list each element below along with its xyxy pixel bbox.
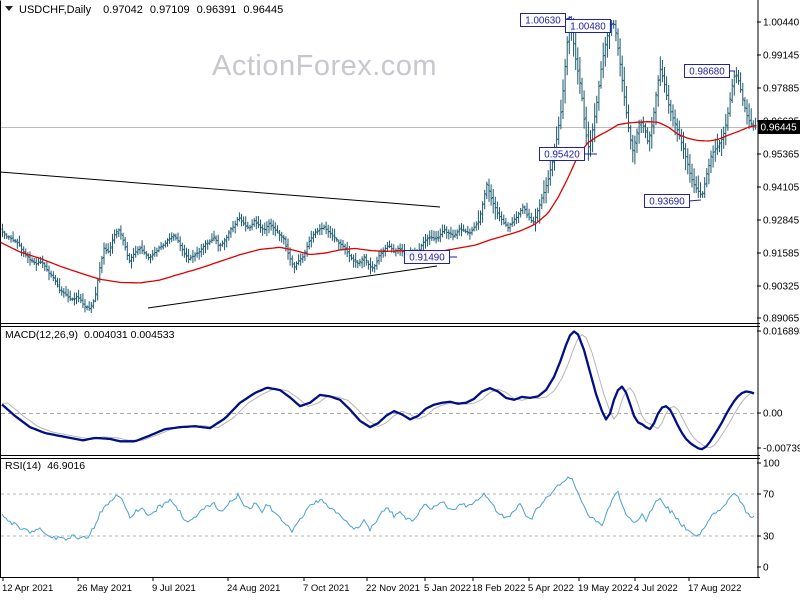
price-axis-label: 0.97885 <box>763 84 800 95</box>
trendline-1 <box>0 171 441 208</box>
macd-panel-header: MACD(12,26,9) 0.004031 0.004533 <box>5 329 180 341</box>
macd-line <box>1 330 755 451</box>
annotation-label: 0.98680 <box>689 67 725 78</box>
rsi-label: RSI(14) <box>5 460 42 472</box>
date-label: 24 Aug 2021 <box>227 583 280 594</box>
macd-label: MACD(12,26,9) <box>5 329 78 341</box>
date-label: 9 Jul 2021 <box>152 583 196 594</box>
annotation-label: 1.00480 <box>570 22 606 33</box>
rsi-value: 46.9016 <box>47 460 86 472</box>
date-label: 19 May 2022 <box>578 583 633 594</box>
current-price-value: 0.96445 <box>761 123 798 134</box>
rsi-panel-header: RSI(14) 46.9016 <box>5 460 91 472</box>
trendline-2 <box>147 265 438 309</box>
date-label: 5 Jan 2022 <box>424 583 471 594</box>
rsi-axis-label: 30 <box>763 532 775 543</box>
macd-axis-label: 0.016893 <box>763 327 800 338</box>
close-value: 0.96445 <box>243 4 284 16</box>
price-axis-label: 0.91585 <box>763 249 800 260</box>
chart-header: USDCHF,Daily 0.97042 0.97109 0.96391 0.96445 <box>5 4 290 16</box>
price-axis-label: 0.90325 <box>763 282 800 293</box>
annotation-label: 0.93690 <box>649 197 685 208</box>
rsi-axis-label: 100 <box>763 459 780 470</box>
macd-axis-label: 0.00 <box>763 409 783 420</box>
high-value: 0.97109 <box>149 4 190 16</box>
date-label: 5 Apr 2022 <box>528 583 574 594</box>
price-axis-label: 0.95365 <box>763 150 800 161</box>
price-axis-label: 0.92845 <box>763 216 800 227</box>
macd-values: 0.004031 0.004533 <box>83 329 175 341</box>
date-label: 18 Feb 2022 <box>472 583 525 594</box>
price-axis-label: 1.00440 <box>763 18 800 29</box>
date-label: 22 Nov 2021 <box>366 583 420 594</box>
annotation-label: 0.91490 <box>409 253 445 264</box>
open-value: 0.97042 <box>103 4 143 16</box>
date-label: 26 May 2021 <box>77 583 132 594</box>
chart-canvas[interactable]: 1.004400.991450.978850.966250.953650.941… <box>0 0 800 600</box>
symbol-dropdown-icon[interactable] <box>5 6 13 11</box>
date-label: 17 Aug 2022 <box>688 583 741 594</box>
date-label: 7 Oct 2021 <box>303 583 349 594</box>
date-label: 12 Apr 2021 <box>2 583 53 594</box>
rsi-line <box>1 476 755 541</box>
price-axis-label: 0.99145 <box>763 51 800 62</box>
annotation-label: 0.95420 <box>544 150 580 161</box>
rsi-axis-label: 70 <box>763 490 775 501</box>
symbol-timeframe-label: USDCHF,Daily <box>19 4 92 16</box>
macd-signal-line <box>2 334 755 449</box>
annotation-label: 1.00630 <box>525 16 561 27</box>
price-axis-label: 0.94105 <box>763 183 800 194</box>
actionforex-watermark: ActionForex.com <box>212 50 438 82</box>
date-label: 4 Jul 2022 <box>634 583 678 594</box>
annotation-connector <box>688 199 702 202</box>
rsi-axis-label: 0 <box>763 563 769 574</box>
price-axis-label: 0.89065 <box>763 314 800 325</box>
trading-chart-window: 1.004400.991450.978850.966250.953650.941… <box>0 0 800 600</box>
macd-axis-label: -0.007393 <box>763 444 800 455</box>
low-value: 0.96391 <box>196 4 237 16</box>
